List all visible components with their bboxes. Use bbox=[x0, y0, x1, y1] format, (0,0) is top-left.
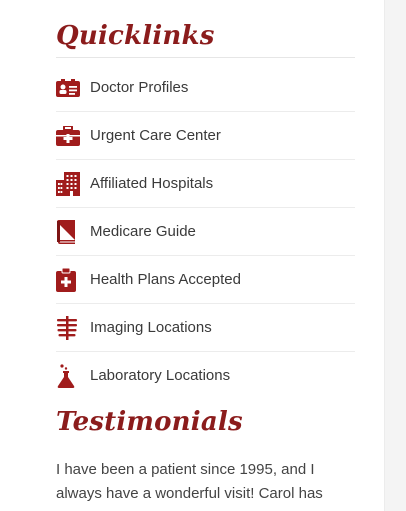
ribcage-xray-icon bbox=[56, 315, 82, 341]
quicklink-urgent-care-center[interactable]: Urgent Care Center bbox=[56, 112, 355, 160]
quicklink-label: Health Plans Accepted bbox=[90, 271, 241, 288]
quicklink-label: Imaging Locations bbox=[90, 319, 212, 336]
quicklink-label: Doctor Profiles bbox=[90, 79, 189, 96]
medical-kit-icon bbox=[56, 123, 82, 149]
quicklink-affiliated-hospitals[interactable]: Affiliated Hospitals bbox=[56, 160, 355, 208]
quicklink-doctor-profiles[interactable]: Doctor Profiles bbox=[56, 64, 355, 112]
quicklink-label: Laboratory Locations bbox=[90, 367, 231, 384]
quicklink-label: Medicare Guide bbox=[90, 223, 196, 240]
testimonial-text: I have been a patient since 1995, and I … bbox=[56, 461, 323, 502]
quicklinks-list: Doctor Profiles Urgent Care Center Affil… bbox=[56, 64, 355, 399]
clipboard-plus-icon bbox=[56, 267, 82, 293]
page-gutter bbox=[384, 0, 406, 511]
quicklinks-heading: Quicklinks bbox=[56, 21, 215, 51]
book-icon bbox=[56, 219, 82, 245]
id-card-icon bbox=[56, 75, 82, 101]
quicklink-health-plans-accepted[interactable]: Health Plans Accepted bbox=[56, 256, 355, 304]
quicklink-imaging-locations[interactable]: Imaging Locations bbox=[56, 304, 355, 352]
testimonials-heading: Testimonials bbox=[56, 407, 243, 437]
quicklink-label: Urgent Care Center bbox=[90, 127, 221, 144]
hospital-building-icon bbox=[56, 171, 82, 197]
quicklink-laboratory-locations[interactable]: Laboratory Locations bbox=[56, 352, 355, 399]
flask-icon bbox=[56, 363, 82, 389]
quicklink-label: Affiliated Hospitals bbox=[90, 175, 214, 192]
quicklink-medicare-guide[interactable]: Medicare Guide bbox=[56, 208, 355, 256]
divider bbox=[56, 57, 355, 58]
